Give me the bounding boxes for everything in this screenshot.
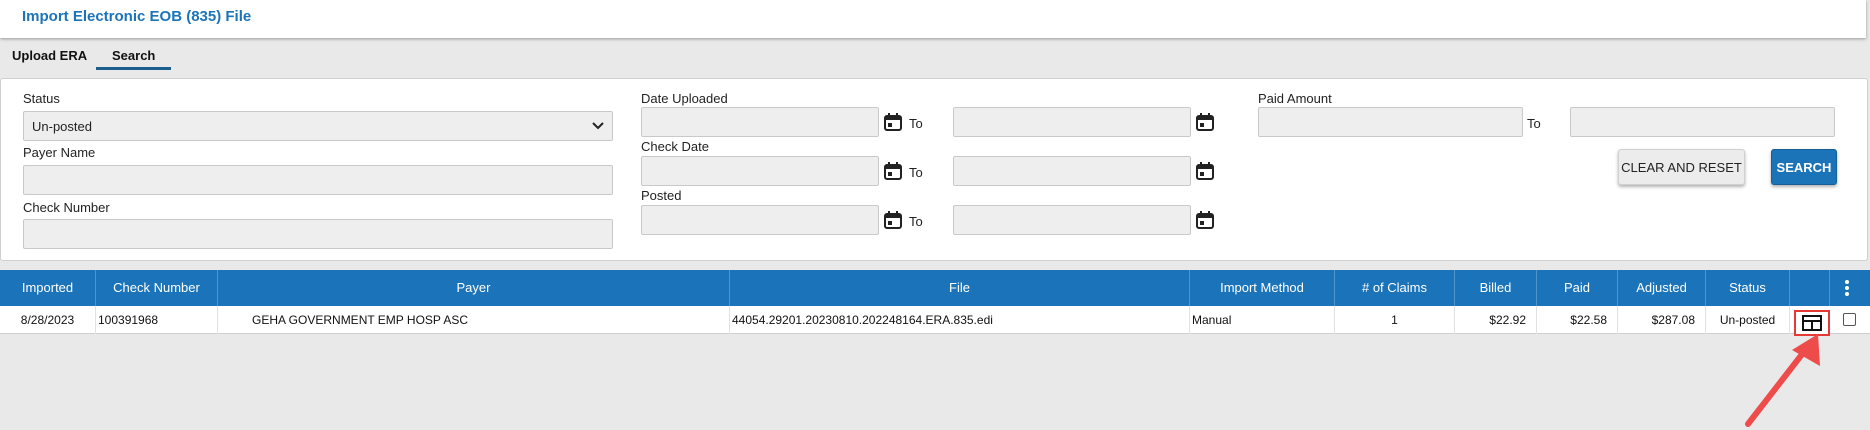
- tab-upload-era[interactable]: Upload ERA: [12, 48, 87, 63]
- column-header-billed[interactable]: Billed: [1455, 270, 1537, 306]
- results-table: Imported Check Number Payer File Import …: [0, 270, 1870, 334]
- cell-paid: $22.58: [1537, 306, 1618, 334]
- search-filter-panel: Status Un-posted Payer Name Check Number…: [0, 78, 1868, 261]
- column-header-actions: [1790, 270, 1830, 306]
- column-header-file[interactable]: File: [730, 270, 1190, 306]
- table-header: Imported Check Number Payer File Import …: [0, 270, 1870, 306]
- calendar-icon[interactable]: [1195, 210, 1215, 230]
- tab-search[interactable]: Search: [96, 48, 172, 70]
- cell-claims: 1: [1335, 306, 1455, 334]
- annotation-arrow: [1745, 334, 1820, 427]
- payer-name-input[interactable]: [23, 165, 613, 195]
- cell-file: 44054.29201.20230810.202248164.ERA.835.e…: [730, 306, 1190, 334]
- column-header-paid[interactable]: Paid: [1537, 270, 1618, 306]
- check-number-label: Check Number: [23, 200, 110, 215]
- check-date-to-input[interactable]: [953, 156, 1191, 186]
- more-vert-icon[interactable]: [1844, 280, 1850, 296]
- status-label: Status: [23, 91, 60, 106]
- cell-imported: 8/28/2023: [0, 306, 96, 334]
- posted-label: Posted: [641, 188, 682, 203]
- payer-name-label: Payer Name: [23, 145, 96, 160]
- page-header: Import Electronic EOB (835) File: [0, 0, 1866, 38]
- check-date-to-label: To: [909, 165, 923, 180]
- search-button[interactable]: SEARCH: [1771, 149, 1837, 185]
- cell-adjusted: $287.08: [1618, 306, 1706, 334]
- check-number-input[interactable]: [23, 219, 613, 249]
- calendar-icon[interactable]: [883, 161, 903, 181]
- column-header-claims[interactable]: # of Claims: [1335, 270, 1455, 306]
- check-date-label: Check Date: [641, 139, 709, 154]
- cell-import-method: Manual: [1190, 306, 1335, 334]
- cell-payer: GEHA GOVERNMENT EMP HOSP ASC: [250, 306, 730, 334]
- table-row[interactable]: 8/28/2023 100391968 GEHA GOVERNMENT EMP …: [0, 306, 1870, 334]
- column-header-import-method[interactable]: Import Method: [1190, 270, 1335, 306]
- calendar-icon[interactable]: [883, 210, 903, 230]
- column-header-check-number[interactable]: Check Number: [96, 270, 218, 306]
- calendar-icon[interactable]: [1195, 112, 1215, 132]
- paid-amount-to-input[interactable]: [1570, 107, 1835, 137]
- page-title: Import Electronic EOB (835) File: [22, 8, 252, 25]
- paid-amount-to-label: To: [1527, 116, 1541, 131]
- column-header-adjusted[interactable]: Adjusted: [1618, 270, 1706, 306]
- cell-billed: $22.92: [1455, 306, 1537, 334]
- date-uploaded-to-label: To: [909, 116, 923, 131]
- date-uploaded-from-input[interactable]: [641, 107, 879, 137]
- status-select[interactable]: Un-posted: [23, 111, 613, 141]
- table-view-icon: [1802, 315, 1822, 331]
- row-select-checkbox[interactable]: [1843, 313, 1856, 326]
- calendar-icon[interactable]: [1195, 161, 1215, 181]
- column-header-payer[interactable]: Payer: [218, 270, 730, 306]
- posted-to-label: To: [909, 214, 923, 229]
- paid-amount-from-input[interactable]: [1258, 107, 1523, 137]
- cell-check-number: 100391968: [96, 306, 218, 334]
- check-date-from-input[interactable]: [641, 156, 879, 186]
- paid-amount-label: Paid Amount: [1258, 91, 1332, 106]
- posted-to-input[interactable]: [953, 205, 1191, 235]
- column-header-imported[interactable]: Imported: [0, 270, 96, 306]
- date-uploaded-to-input[interactable]: [953, 107, 1191, 137]
- clear-and-reset-button[interactable]: CLEAR AND RESET: [1618, 149, 1745, 185]
- date-uploaded-label: Date Uploaded: [641, 91, 728, 106]
- calendar-icon[interactable]: [883, 112, 903, 132]
- posted-from-input[interactable]: [641, 205, 879, 235]
- chevron-down-icon: [592, 122, 604, 130]
- column-header-status[interactable]: Status: [1706, 270, 1790, 306]
- status-select-value: Un-posted: [32, 118, 92, 134]
